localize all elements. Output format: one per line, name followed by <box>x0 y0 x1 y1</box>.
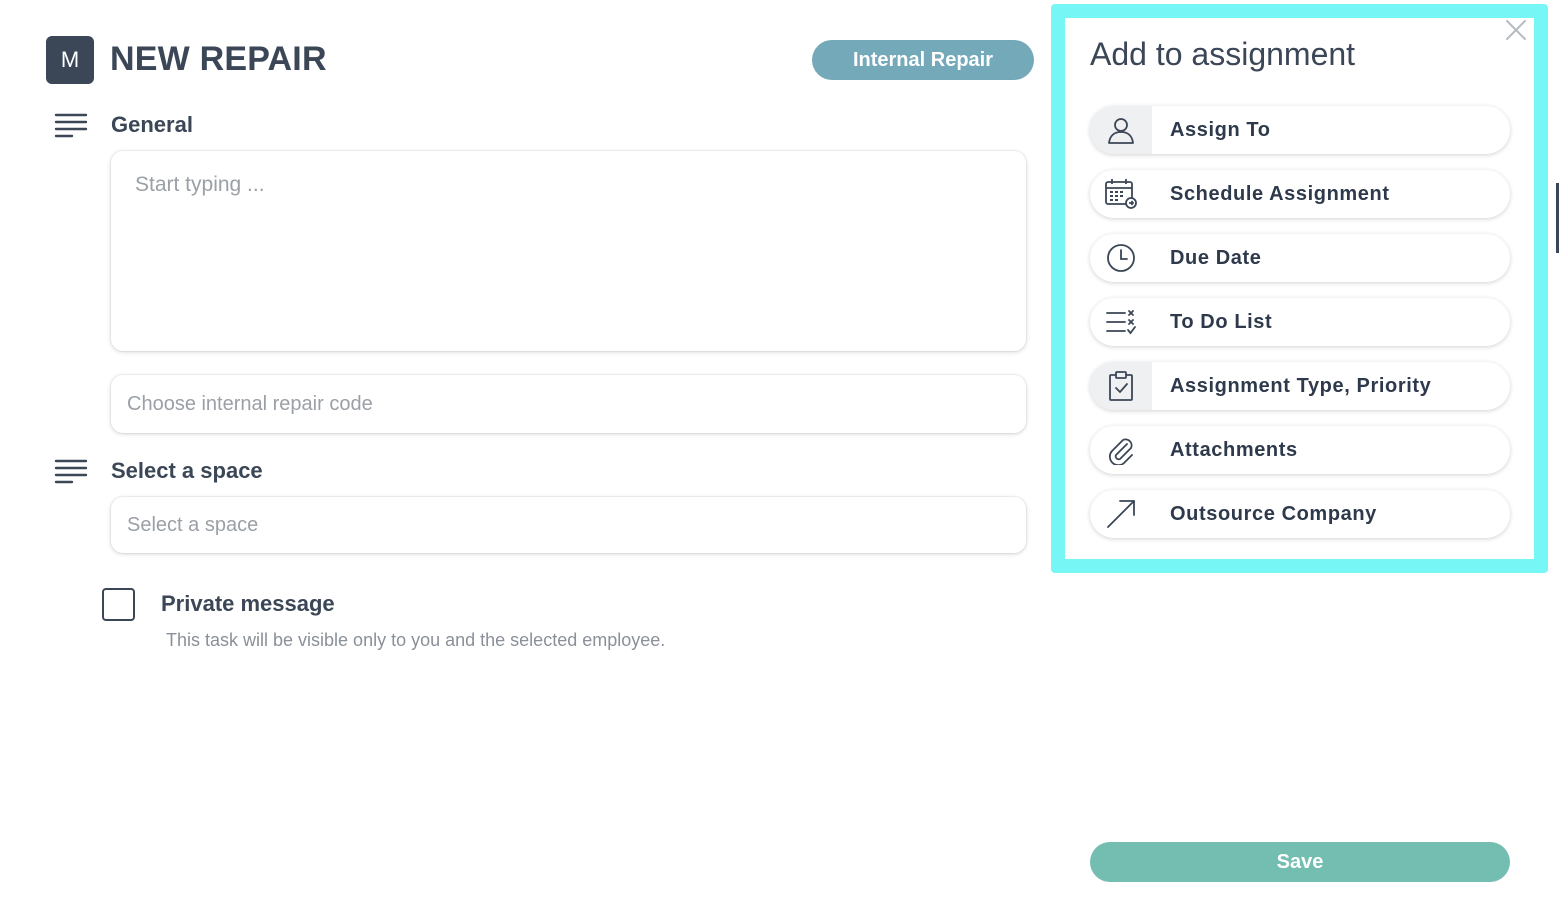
private-message-label: Private message <box>161 591 335 616</box>
attachments-button[interactable]: Attachments <box>1090 426 1510 474</box>
schedule-assignment-button[interactable]: Schedule Assignment <box>1090 170 1510 218</box>
add-to-assignment-panel <box>1051 4 1548 573</box>
attachments-label: Attachments <box>1170 438 1298 461</box>
clipboard-check-icon <box>1109 371 1133 401</box>
to-do-list-label: To Do List <box>1170 310 1273 333</box>
assignment-type-priority-button[interactable]: Assignment Type, Priority <box>1090 362 1510 410</box>
lines-icon <box>54 113 88 138</box>
page-title: NEW REPAIR <box>110 40 327 78</box>
new-repair-page: M NEW REPAIR Internal Repair General Sel… <box>0 0 1560 906</box>
panel-title: Add to assignment <box>1090 36 1356 72</box>
outsource-company-button[interactable]: Outsource Company <box>1090 490 1510 538</box>
save-button[interactable]: Save <box>1090 842 1510 882</box>
arrow-up-right-icon <box>1107 500 1135 528</box>
calendar-icon <box>1105 179 1137 209</box>
close-icon[interactable] <box>1504 18 1528 42</box>
private-message-hint: This task will be visible only to you an… <box>166 630 666 650</box>
due-date-button[interactable]: Due Date <box>1090 234 1510 282</box>
private-message-checkbox[interactable] <box>102 588 135 621</box>
paperclip-icon <box>1108 438 1133 465</box>
person-icon <box>1108 118 1134 144</box>
schedule-assignment-label: Schedule Assignment <box>1170 182 1390 205</box>
general-label: General <box>111 112 193 137</box>
internal-repair-badge[interactable]: Internal Repair <box>812 40 1034 80</box>
select-space-label: Select a space <box>111 458 263 483</box>
avatar: M <box>46 36 94 84</box>
space-select-input[interactable] <box>111 497 1026 553</box>
assign-to-label: Assign To <box>1170 118 1271 141</box>
assignment-type-priority-label: Assignment Type, Priority <box>1170 374 1432 397</box>
due-date-label: Due Date <box>1170 246 1262 269</box>
to-do-list-button[interactable]: To Do List <box>1090 298 1510 346</box>
clock-icon <box>1107 244 1135 272</box>
outsource-company-label: Outsource Company <box>1170 502 1377 525</box>
checklist-icon <box>1106 310 1136 335</box>
lines-icon <box>54 459 88 484</box>
description-textarea[interactable] <box>111 151 1026 351</box>
repair-code-input[interactable] <box>111 375 1026 433</box>
assign-to-button[interactable]: Assign To <box>1090 106 1510 154</box>
scrollbar-edge <box>1556 183 1559 253</box>
